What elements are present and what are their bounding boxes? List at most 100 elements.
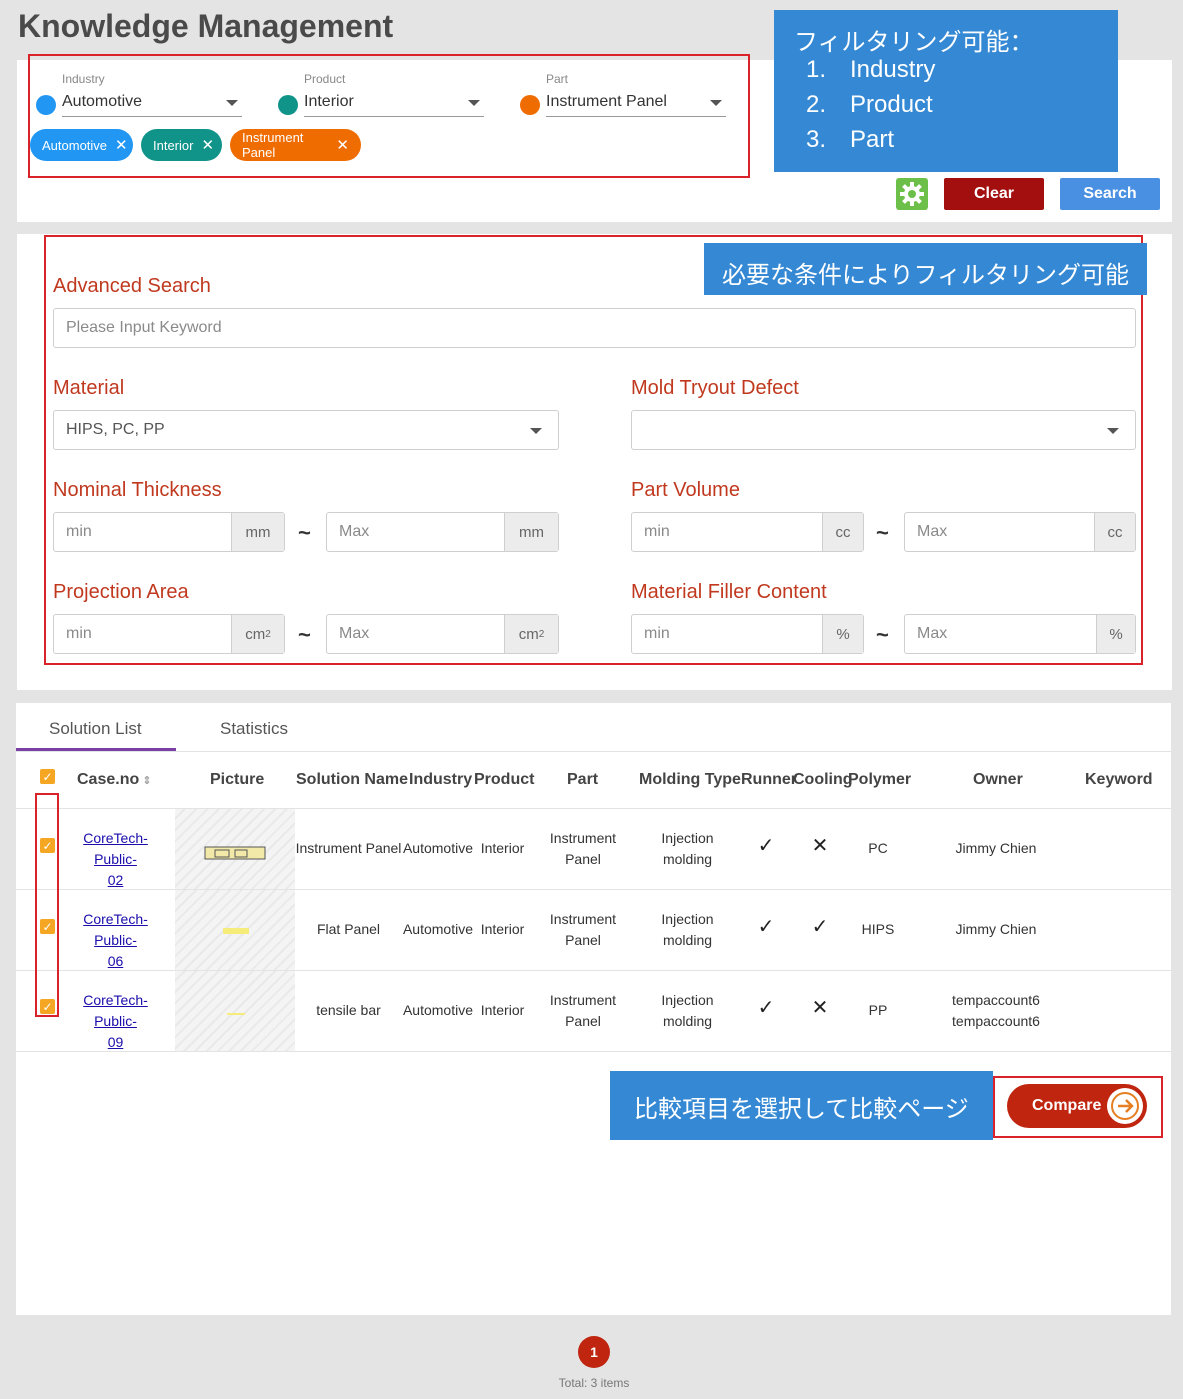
cell-polymer: PC <box>868 840 888 856</box>
advanced-search-title: Advanced Search <box>53 275 211 297</box>
chevron-down-icon <box>710 100 722 106</box>
case-link[interactable]: CoreTech-Public- 09 <box>62 990 169 1053</box>
settings-button[interactable] <box>896 178 928 210</box>
select-all-checkbox[interactable]: ✓ <box>40 769 55 784</box>
part-select[interactable]: Instrument Panel <box>546 93 726 117</box>
cooling-cross-icon: ✕ <box>811 997 829 1019</box>
advanced-callout: 必要な条件によりフィルタリング可能 <box>704 243 1147 295</box>
chip-label: Interior <box>153 137 194 153</box>
part-label: Part <box>546 72 569 86</box>
unit-mm: mm <box>231 513 284 551</box>
compare-button-label: Compare <box>1032 1097 1102 1114</box>
close-icon[interactable]: ✕ <box>336 136 349 154</box>
clear-button[interactable]: Clear <box>944 178 1044 210</box>
unit-cc: cc <box>1094 513 1135 551</box>
filter-callout-title: フィルタリング可能： <box>794 29 1034 56</box>
header-molding-type: Molding Type <box>639 771 741 788</box>
chevron-down-icon <box>530 428 542 434</box>
mold-tryout-defect-select[interactable] <box>631 410 1136 450</box>
min-placeholder: min <box>644 625 670 642</box>
projection-max-input[interactable]: Max cm 2 <box>326 614 559 654</box>
runner-check-icon: ✓ <box>757 835 775 857</box>
volume-min-input[interactable]: min cc <box>631 512 864 552</box>
max-placeholder: Max <box>917 625 948 642</box>
product-select[interactable]: Interior <box>304 93 484 117</box>
cooling-cross-icon: ✕ <box>811 835 829 857</box>
max-placeholder: Max <box>339 625 370 642</box>
range-tilde: ~ <box>298 622 311 647</box>
chip-label: Instrument Panel <box>242 130 304 160</box>
chip-instrument-panel[interactable]: Instrument Panel ✕ <box>230 129 361 161</box>
cell-product: Interior <box>480 921 525 937</box>
filler-min-input[interactable]: min % <box>631 614 864 654</box>
volume-max-input[interactable]: Max cc <box>904 512 1136 552</box>
header-owner: Owner <box>973 771 1023 788</box>
cell-solution-name: Flat Panel <box>316 921 381 937</box>
cell-solution-name: Instrument Panel <box>295 840 402 856</box>
unit-cc: cc <box>822 513 863 551</box>
part-value: Instrument Panel <box>546 93 667 110</box>
thickness-min-input[interactable]: min mm <box>53 512 285 552</box>
part-volume-label: Part Volume <box>631 479 740 501</box>
range-tilde: ~ <box>876 622 889 647</box>
header-industry: Industry <box>409 771 473 788</box>
cell-owner: Jimmy Chien <box>955 840 1037 856</box>
close-icon[interactable]: ✕ <box>115 136 128 154</box>
unit-mm: mm <box>504 513 558 551</box>
keyword-input[interactable]: Please Input Keyword <box>53 308 1136 348</box>
projection-min-input[interactable]: min cm 2 <box>53 614 285 654</box>
cell-industry: Automotive <box>402 921 474 937</box>
tab-statistics[interactable]: Statistics <box>220 719 288 739</box>
industry-dot <box>36 95 56 115</box>
close-icon[interactable]: ✕ <box>201 136 214 154</box>
chip-interior[interactable]: Interior ✕ <box>141 129 222 161</box>
filter-callout: フィルタリング可能： 1. Industry 2. Product 3. Par… <box>774 10 1118 172</box>
min-placeholder: min <box>66 625 92 642</box>
cell-part: Instrument Panel <box>549 830 617 867</box>
thumbnail <box>175 890 295 970</box>
industry-select[interactable]: Automotive <box>62 93 242 117</box>
divider <box>16 751 1171 752</box>
industry-label: Industry <box>62 72 105 86</box>
filler-max-input[interactable]: Max % <box>904 614 1136 654</box>
cell-product: Interior <box>480 1002 525 1018</box>
cell-polymer: HIPS <box>861 921 895 937</box>
tensile-bar-thumbnail <box>227 1013 245 1015</box>
industry-value: Automotive <box>62 93 143 110</box>
cell-molding-type: Injection molding <box>661 830 714 867</box>
page-1-button[interactable]: 1 <box>578 1336 610 1368</box>
product-value: Interior <box>304 93 354 110</box>
product-label: Product <box>304 72 346 86</box>
arrow-right-icon <box>1107 1088 1143 1124</box>
chevron-down-icon <box>1107 428 1119 434</box>
header-solution-name: Solution Name <box>296 771 409 788</box>
cell-owner: tempaccount6 tempaccount6 <box>952 992 1040 1029</box>
header-case-no[interactable]: Case.no ⇕ <box>77 771 151 789</box>
material-select[interactable]: HIPS, PC, PP <box>53 410 559 450</box>
unit-cm2: cm 2 <box>504 615 558 653</box>
search-button[interactable]: Search <box>1060 178 1160 210</box>
cell-part: Instrument Panel <box>549 911 617 948</box>
case-link[interactable]: CoreTech-Public- 06 <box>62 909 169 972</box>
thumbnail <box>175 971 295 1051</box>
chip-automotive[interactable]: Automotive ✕ <box>30 129 133 161</box>
cell-part: Instrument Panel <box>549 992 617 1029</box>
thickness-max-input[interactable]: Max mm <box>326 512 559 552</box>
runner-check-icon: ✓ <box>757 997 775 1019</box>
product-dot <box>278 95 298 115</box>
compare-button[interactable]: Compare <box>1007 1084 1147 1128</box>
tab-solution-list[interactable]: Solution List <box>49 719 142 739</box>
cell-molding-type: Injection molding <box>661 911 714 948</box>
cell-industry: Automotive <box>402 840 474 856</box>
max-placeholder: Max <box>917 523 948 540</box>
min-placeholder: min <box>644 523 670 540</box>
compare-callout: 比較項目を選択して比較ページ へ <box>610 1071 993 1140</box>
max-placeholder: Max <box>339 523 370 540</box>
header-keyword: Keyword <box>1085 771 1153 788</box>
thumbnail <box>175 809 295 889</box>
projection-area-label: Projection Area <box>53 581 189 603</box>
material-label: Material <box>53 377 125 399</box>
min-placeholder: min <box>66 523 92 540</box>
header-picture: Picture <box>210 771 265 788</box>
case-link[interactable]: CoreTech-Public- 02 <box>62 828 169 891</box>
